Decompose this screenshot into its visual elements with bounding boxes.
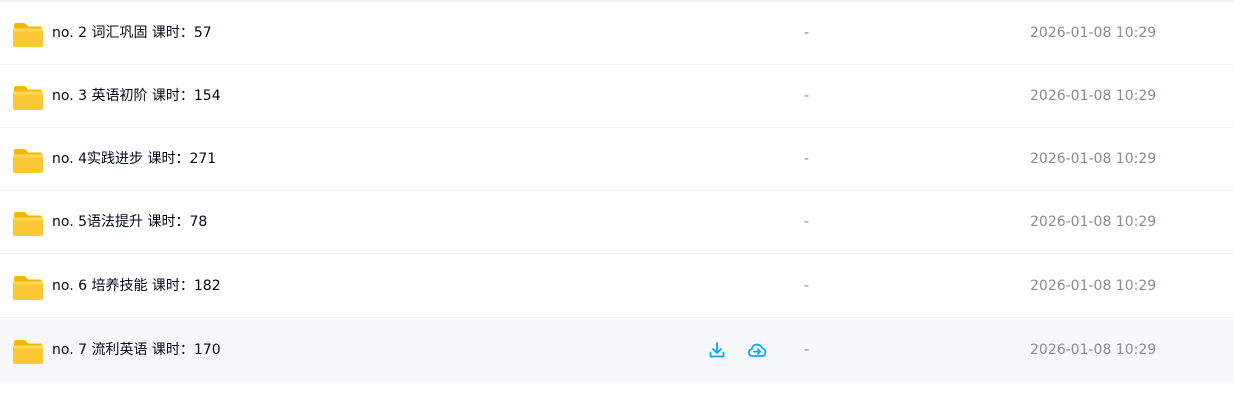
file-size: - xyxy=(804,88,810,104)
file-size: - xyxy=(804,214,810,230)
modified-date: 2026-01-08 10:29 xyxy=(1030,278,1157,294)
file-row-hovered[interactable]: no. 7 流利英语 课时：170 - 2026-01-08 10:29 xyxy=(0,319,1234,382)
file-size: - xyxy=(804,25,810,41)
cloud-save-icon[interactable] xyxy=(747,340,767,360)
modified-date: 2026-01-08 10:29 xyxy=(1030,342,1157,358)
modified-date: 2026-01-08 10:29 xyxy=(1030,151,1157,167)
folder-icon xyxy=(13,276,43,300)
file-size: - xyxy=(804,278,810,294)
file-name[interactable]: no. 6 培养技能 课时：182 xyxy=(52,255,221,318)
file-name[interactable]: no. 2 词汇巩固 课时：57 xyxy=(52,2,212,65)
folder-icon xyxy=(13,23,43,47)
folder-icon xyxy=(13,340,43,364)
file-name[interactable]: no. 3 英语初阶 课时：154 xyxy=(52,65,221,128)
file-row[interactable]: no. 4实践进步 课时：271 - 2026-01-08 10:29 xyxy=(0,128,1234,191)
file-name[interactable]: no. 7 流利英语 课时：170 xyxy=(52,319,221,382)
modified-date: 2026-01-08 10:29 xyxy=(1030,214,1157,230)
file-name[interactable]: no. 4实践进步 课时：271 xyxy=(52,128,216,191)
file-row[interactable]: no. 6 培养技能 课时：182 - 2026-01-08 10:29 xyxy=(0,255,1234,318)
download-icon[interactable] xyxy=(707,340,727,360)
folder-icon xyxy=(13,149,43,173)
folder-icon xyxy=(13,86,43,110)
file-size: - xyxy=(804,151,810,167)
folder-icon xyxy=(13,212,43,236)
file-row[interactable]: no. 5语法提升 课时：78 - 2026-01-08 10:29 xyxy=(0,191,1234,254)
file-row[interactable]: no. 2 词汇巩固 课时：57 - 2026-01-08 10:29 xyxy=(0,2,1234,65)
modified-date: 2026-01-08 10:29 xyxy=(1030,25,1157,41)
file-name[interactable]: no. 5语法提升 课时：78 xyxy=(52,191,207,254)
file-list: no. 2 词汇巩固 课时：57 - 2026-01-08 10:29 no. … xyxy=(0,0,1234,411)
file-row[interactable]: no. 3 英语初阶 课时：154 - 2026-01-08 10:29 xyxy=(0,65,1234,128)
file-size: - xyxy=(804,342,810,358)
modified-date: 2026-01-08 10:29 xyxy=(1030,88,1157,104)
